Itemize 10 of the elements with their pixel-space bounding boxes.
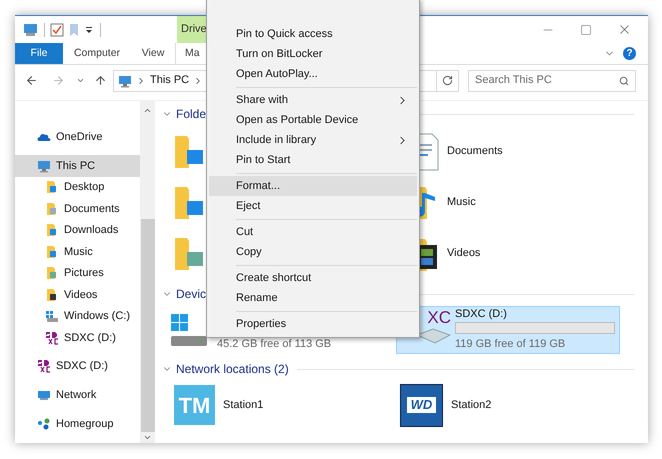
free-space-text: 119 GB free of 119 GB — [455, 336, 566, 352]
tm-logo: TM — [174, 385, 215, 425]
sd-card-logo: XC — [427, 308, 451, 328]
address-path: This PC — [150, 73, 190, 88]
free-space-text: 45.2 GB free of 113 GB — [217, 336, 332, 352]
drive-name: SDXC (D:) — [455, 306, 508, 320]
wd-logo: WD — [400, 384, 443, 426]
group-header: Folde — [176, 106, 206, 123]
group-header: Network locations (2) — [176, 361, 289, 378]
group-header: Devic — [176, 286, 206, 303]
